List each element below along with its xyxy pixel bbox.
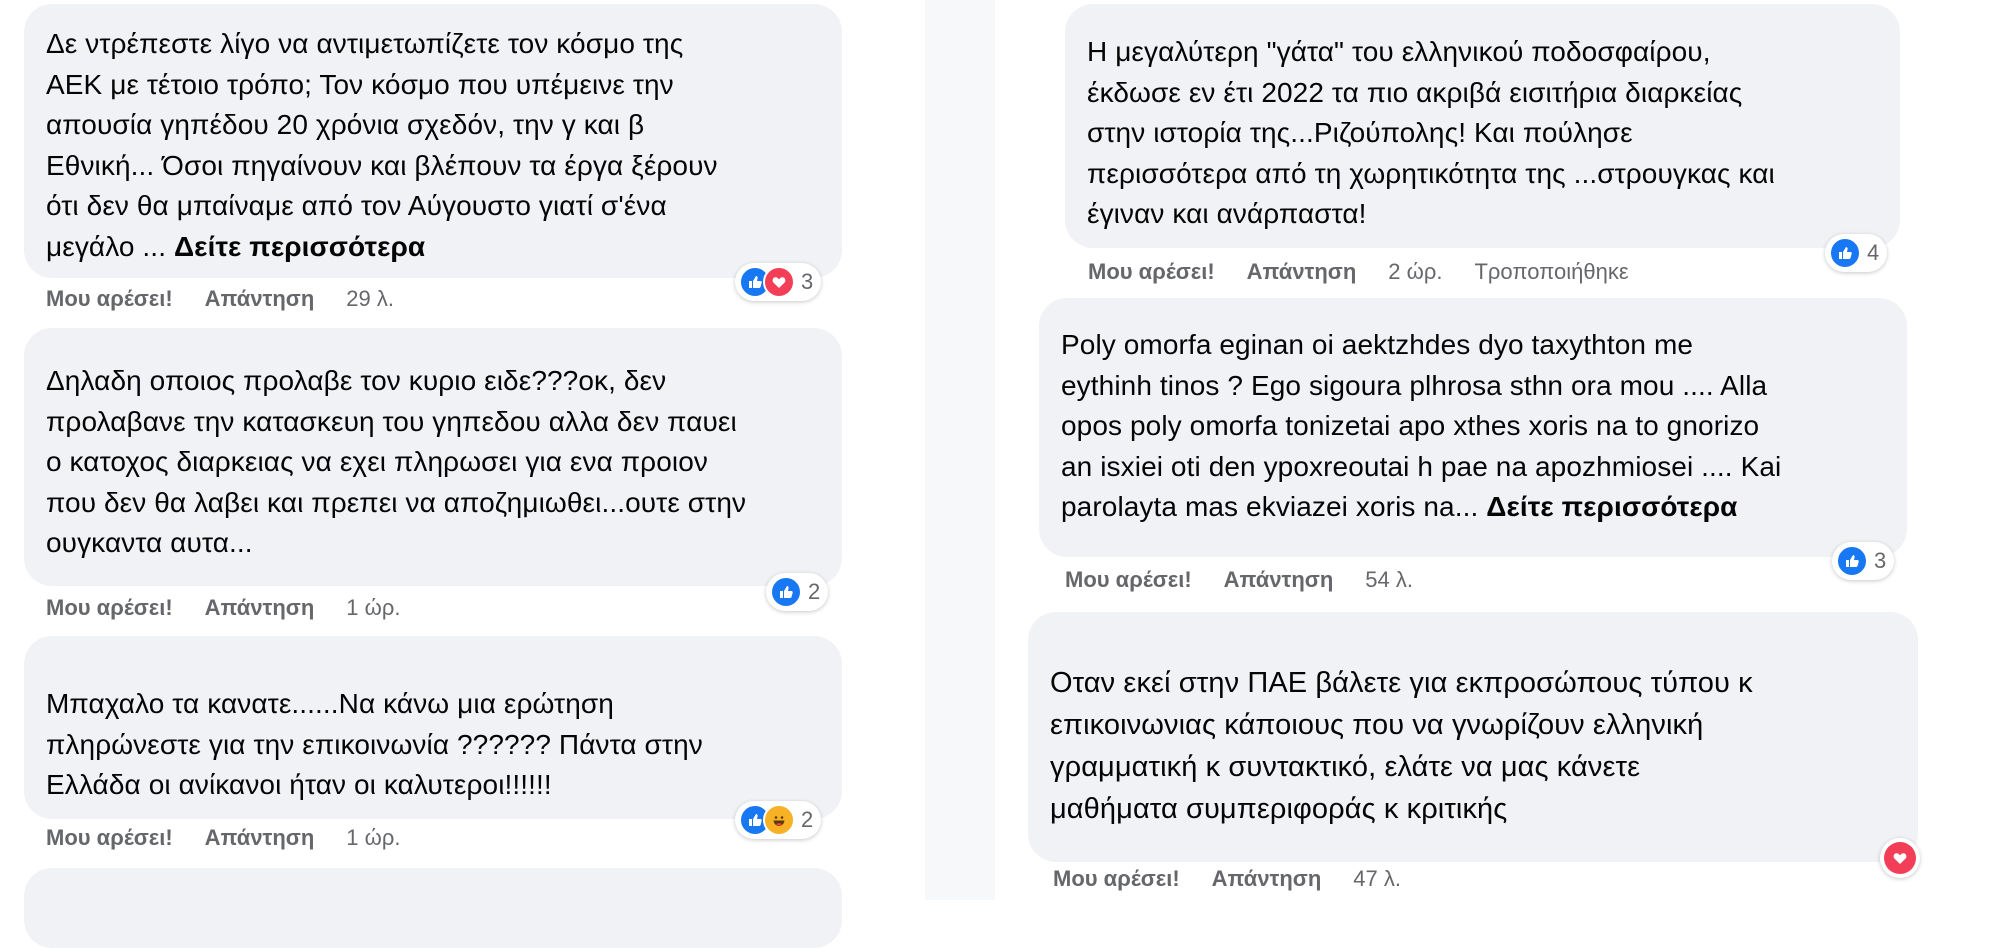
- comment-actions: Μου αρέσει! Απάντηση 2 ώρ. Τροποποιήθηκε: [1088, 259, 1629, 285]
- haha-reaction-icon: [763, 804, 795, 836]
- reaction-summary[interactable]: 2: [735, 801, 822, 839]
- reply-button[interactable]: Απάντηση: [205, 286, 315, 312]
- comment-timestamp[interactable]: 54 λ.: [1365, 567, 1413, 593]
- like-button[interactable]: Μου αρέσει!: [46, 595, 173, 621]
- comment-text: Η μεγαλύτερη "γάτα" του ελληνικού ποδοσφ…: [1087, 32, 1895, 235]
- reaction-summary[interactable]: 3: [735, 263, 822, 301]
- like-reaction-icon: [770, 576, 802, 608]
- comment-timestamp[interactable]: 47 λ.: [1353, 866, 1401, 892]
- reaction-summary[interactable]: 3: [1832, 542, 1895, 580]
- reply-button[interactable]: Απάντηση: [1247, 259, 1357, 285]
- comment-body: Η μεγαλύτερη "γάτα" του ελληνικού ποδοσφ…: [1087, 36, 1775, 229]
- comment-timestamp[interactable]: 1 ώρ.: [346, 595, 400, 621]
- reply-button[interactable]: Απάντηση: [205, 595, 315, 621]
- comment-text: Δε ντρέπεστε λίγο να αντιμετωπίζετε τον …: [46, 24, 836, 267]
- left-comments-column: Δε ντρέπεστε λίγο να αντιμετωπίζετε τον …: [0, 0, 850, 948]
- reaction-count: 3: [1874, 548, 1887, 573]
- see-more-link[interactable]: Δείτε περισσότερα: [174, 231, 425, 262]
- comment-text: Poly omorfa eginan oi aektzhdes dyo taxy…: [1061, 325, 1905, 528]
- comment-text: Οταν εκεί στην ΠΑΕ βάλετε για εκπροσώπου…: [1050, 662, 1916, 830]
- reaction-summary[interactable]: 4: [1825, 234, 1888, 272]
- comment-body: Δηλαδη οποιος προλαβε τον κυριο ειδε???ο…: [46, 365, 747, 558]
- reaction-count: 2: [808, 579, 821, 604]
- comment-bubble: Η μεγαλύτερη "γάτα" του ελληνικού ποδοσφ…: [1065, 4, 1900, 248]
- like-button[interactable]: Μου αρέσει!: [46, 825, 173, 851]
- comment-bubble: Δε ντρέπεστε λίγο να αντιμετωπίζετε τον …: [24, 4, 842, 278]
- love-reaction-icon: [763, 266, 795, 298]
- see-more-link[interactable]: Δείτε περισσότερα: [1486, 491, 1737, 522]
- comment-bubble-partial: [24, 868, 842, 948]
- reply-button[interactable]: Απάντηση: [205, 825, 315, 851]
- like-button[interactable]: Μου αρέσει!: [46, 286, 173, 312]
- reaction-summary[interactable]: [1880, 838, 1920, 878]
- comment-bubble: Δηλαδη οποιος προλαβε τον κυριο ειδε???ο…: [24, 328, 842, 586]
- right-comments-column: Η μεγαλύτερη "γάτα" του ελληνικού ποδοσφ…: [995, 0, 2000, 900]
- comment-body: Μπαχαλο τα κανατε......Να κάνω μια ερώτη…: [46, 688, 703, 800]
- comment-actions: Μου αρέσει! Απάντηση 54 λ.: [1065, 567, 1413, 593]
- comment-timestamp[interactable]: 2 ώρ.: [1388, 259, 1442, 285]
- like-reaction-icon: [1829, 237, 1861, 269]
- comment-bubble: Οταν εκεί στην ΠΑΕ βάλετε για εκπροσώπου…: [1028, 612, 1918, 862]
- like-button[interactable]: Μου αρέσει!: [1088, 259, 1215, 285]
- comment-actions: Μου αρέσει! Απάντηση 1 ώρ.: [46, 825, 400, 851]
- like-button[interactable]: Μου αρέσει!: [1053, 866, 1180, 892]
- comment-actions: Μου αρέσει! Απάντηση 47 λ.: [1053, 866, 1401, 892]
- comment-timestamp[interactable]: 29 λ.: [346, 286, 394, 312]
- comment-body: Δε ντρέπεστε λίγο να αντιμετωπίζετε τον …: [46, 28, 718, 262]
- comment-timestamp[interactable]: 1 ώρ.: [346, 825, 400, 851]
- love-reaction-icon: [1884, 842, 1916, 874]
- column-separator: [925, 0, 995, 900]
- edited-label: Τροποποιήθηκε: [1474, 259, 1629, 284]
- comment-bubble: Μπαχαλο τα κανατε......Να κάνω μια ερώτη…: [24, 636, 842, 819]
- reply-button[interactable]: Απάντηση: [1224, 567, 1334, 593]
- like-reaction-icon: [1836, 545, 1868, 577]
- comment-bubble: Poly omorfa eginan oi aektzhdes dyo taxy…: [1039, 298, 1907, 557]
- reaction-summary[interactable]: 2: [766, 573, 829, 611]
- like-button[interactable]: Μου αρέσει!: [1065, 567, 1192, 593]
- reaction-count: 2: [801, 807, 814, 832]
- comment-actions: Μου αρέσει! Απάντηση 1 ώρ.: [46, 595, 400, 621]
- comment-actions: Μου αρέσει! Απάντηση 29 λ.: [46, 286, 394, 312]
- reaction-count: 3: [801, 269, 814, 294]
- comment-text: Δηλαδη οποιος προλαβε τον κυριο ειδε???ο…: [46, 361, 836, 564]
- reaction-count: 4: [1867, 240, 1880, 265]
- comment-body: Οταν εκεί στην ΠΑΕ βάλετε για εκπροσώπου…: [1050, 667, 1753, 825]
- comment-text: Μπαχαλο τα κανατε......Να κάνω μια ερώτη…: [46, 684, 836, 806]
- reply-button[interactable]: Απάντηση: [1212, 866, 1322, 892]
